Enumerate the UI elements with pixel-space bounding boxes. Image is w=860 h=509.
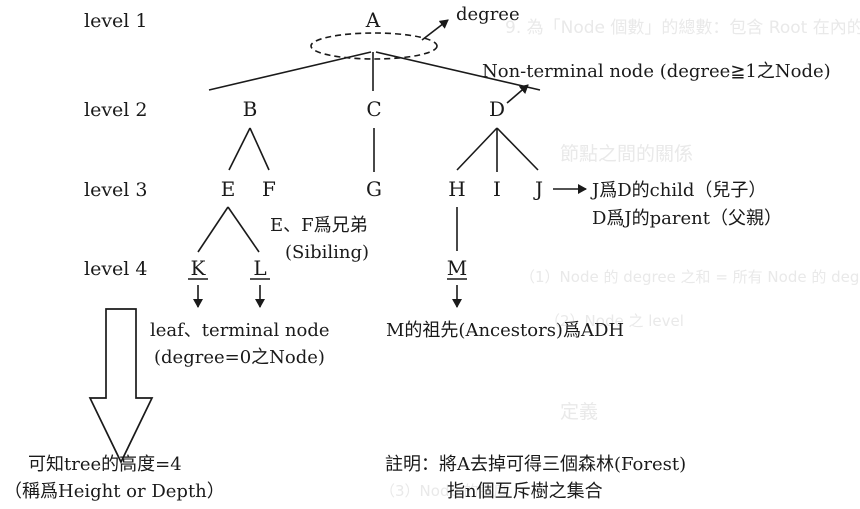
- node-f: F: [262, 177, 276, 201]
- leaf-label: leaf、terminal node: [150, 320, 330, 341]
- root-degree-ellipse: [310, 32, 438, 60]
- bleed-line-5: 定義: [560, 401, 598, 423]
- edge-b-e: [228, 127, 251, 171]
- level-3-label: level 3: [84, 179, 148, 201]
- node-k: K: [191, 256, 207, 280]
- forest-remark: 註明：將A去掉可得三個森林(Forest): [385, 454, 686, 475]
- node-j: J: [533, 177, 543, 201]
- siblings-label: E、F爲兄弟: [270, 215, 368, 236]
- tree-edges: [197, 51, 541, 253]
- edge-b-f: [249, 127, 270, 171]
- node-c: C: [366, 97, 381, 121]
- level-4-label: level 4: [84, 258, 148, 280]
- bleed-line-1: 9. 為「Node 個數」的總數：包含 Root 在內的個數: [505, 18, 860, 38]
- degree-label: degree: [456, 4, 520, 25]
- bleed-line-3: （1）Node 的 degree 之和 = 所有 Node 的 degree 總…: [520, 268, 860, 286]
- degree-arrow: [421, 19, 449, 41]
- tree-terminology-diagram: 9. 為「Node 個數」的總數：包含 Root 在內的個數 節點之間的關係 （…: [0, 0, 860, 509]
- edge-e-k: [197, 206, 229, 253]
- edge-d-h: [456, 127, 498, 171]
- forest-remark-detail: 指n個互斥樹之集合: [447, 481, 603, 502]
- edge-d-j: [496, 127, 539, 171]
- node-a: A: [365, 8, 381, 32]
- edge-e-l: [227, 206, 260, 253]
- node-d: D: [489, 97, 505, 121]
- height-down-arrow: [88, 308, 154, 464]
- node-l: L: [253, 256, 266, 280]
- node-b: B: [243, 97, 258, 121]
- annotations: degree Non-terminal node (degree≧1之Node)…: [4, 4, 831, 502]
- node-m: M: [447, 256, 467, 280]
- level-2-label: level 2: [84, 99, 148, 121]
- siblings-en-label: (Sibiling): [285, 242, 369, 263]
- bleed-line-2: 節點之間的關係: [560, 143, 693, 165]
- non-terminal-label: Non-terminal node (degree≧1之Node): [482, 61, 831, 82]
- node-g: G: [366, 177, 382, 201]
- level-labels: level 1 level 2 level 3 level 4: [84, 10, 148, 280]
- node-e: E: [221, 177, 236, 201]
- tree-nodes: A B C D E F G H I J K L M: [191, 8, 543, 280]
- tree-diagram-canvas: 9. 為「Node 個數」的總數：包含 Root 在內的個數 節點之間的關係 （…: [4, 4, 860, 502]
- height-label: 可知tree的高度=4: [28, 454, 182, 475]
- leaf-degree-label: (degree=0之Node): [154, 347, 325, 368]
- ancestors-label: M的祖先(Ancestors)爲ADH: [386, 320, 624, 341]
- non-terminal-arrow: [506, 84, 529, 104]
- node-i: I: [493, 177, 501, 201]
- j-child-label: J爲D的child（兒子）: [590, 180, 766, 201]
- height-note-label: （稱爲Height or Depth）: [4, 481, 225, 502]
- d-parent-label: D爲J的parent（父親）: [592, 208, 782, 229]
- node-h: H: [448, 177, 465, 201]
- level-1-label: level 1: [84, 10, 148, 32]
